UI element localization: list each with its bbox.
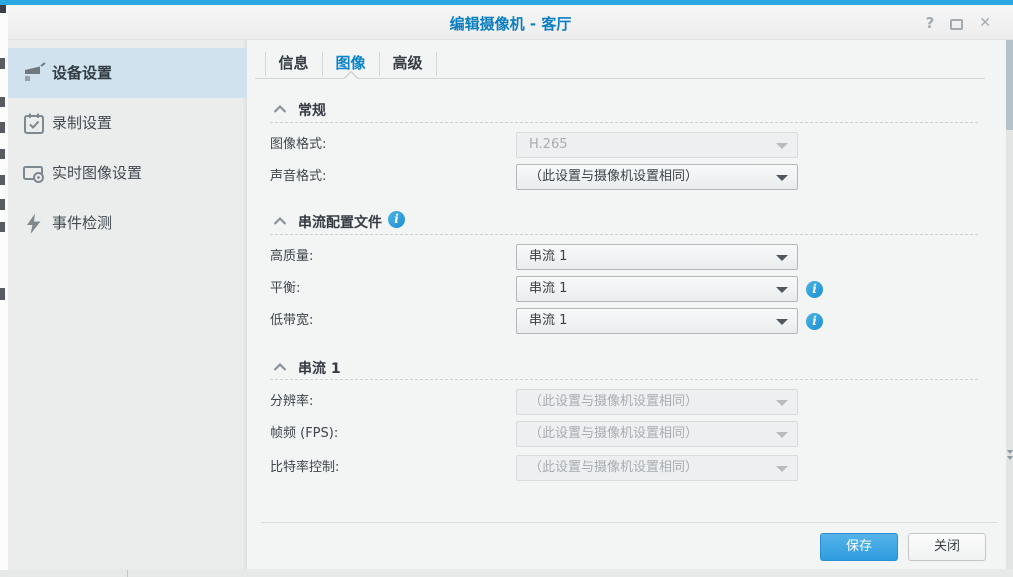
sidebar-item-live-view-settings[interactable]: 实时图像设置 bbox=[8, 148, 247, 198]
dropdown-value: H.265 bbox=[529, 137, 568, 152]
tab-info[interactable]: 信息 bbox=[265, 50, 322, 76]
close-icon[interactable]: ✕ bbox=[979, 15, 991, 31]
dropdown-value: 串流 1 bbox=[529, 249, 568, 264]
sidebar-item-recording-settings[interactable]: 录制设置 bbox=[8, 98, 247, 148]
image-format-dropdown: H.265 bbox=[516, 132, 798, 158]
collapse-chevron-icon[interactable] bbox=[273, 363, 287, 372]
chevron-down-icon bbox=[776, 400, 788, 406]
background-fragment bbox=[0, 222, 5, 232]
tab-advanced[interactable]: 高级 bbox=[379, 50, 436, 76]
balanced-info-icon[interactable]: i bbox=[806, 281, 823, 298]
dropdown-value: 串流 1 bbox=[529, 313, 568, 328]
background-fragment bbox=[1007, 456, 1013, 460]
section-divider bbox=[270, 122, 978, 123]
stream-profile-info-icon[interactable]: i bbox=[388, 211, 405, 228]
section-divider bbox=[270, 234, 978, 235]
background-fragment bbox=[0, 175, 5, 185]
dropdown-value: （此设置与摄像机设置相同） bbox=[529, 426, 699, 441]
live-view-settings-icon bbox=[23, 166, 44, 183]
section-title: 常规 bbox=[298, 103, 326, 119]
background-fragment bbox=[0, 58, 5, 69]
section-title: 串流配置文件 bbox=[298, 215, 382, 231]
section-title: 串流 1 bbox=[298, 361, 341, 377]
bitrate-control-dropdown: （此设置与摄像机设置相同） bbox=[516, 455, 798, 481]
sidebar-item-label: 事件检测 bbox=[52, 214, 113, 232]
image-settings-panel: 信息 图像 高级 常规 图像格式: H.265 声音格式: （此设置与摄像机设置… bbox=[247, 40, 1006, 569]
background-fragment bbox=[0, 288, 5, 300]
dropdown-value: （此设置与摄像机设置相同） bbox=[529, 460, 699, 475]
background-fragment bbox=[127, 570, 128, 577]
settings-sidebar: 设备设置 录制设置 实时图像设置 事件检测 bbox=[8, 40, 247, 569]
field-label-balanced: 平衡: bbox=[270, 281, 301, 296]
field-label-high-quality: 高质量: bbox=[270, 249, 314, 264]
sidebar-item-event-detection[interactable]: 事件检测 bbox=[8, 198, 247, 248]
edit-camera-dialog: 编辑摄像机 - 客厅 ? ✕ 设备设置 录制设置 实时图像设置 事件检测 信息 … bbox=[0, 0, 1013, 569]
tab-underline bbox=[255, 78, 985, 79]
dropdown-value: （此设置与摄像机设置相同） bbox=[529, 169, 699, 184]
field-label-bitrate-control: 比特率控制: bbox=[270, 460, 340, 475]
close-button[interactable]: 关闭 bbox=[908, 533, 986, 561]
field-label-image-format: 图像格式: bbox=[270, 137, 327, 152]
sidebar-item-label: 设备设置 bbox=[52, 64, 113, 82]
field-label-audio-format: 声音格式: bbox=[270, 169, 327, 184]
dropdown-value: 串流 1 bbox=[529, 281, 568, 296]
collapse-chevron-icon[interactable] bbox=[273, 105, 287, 114]
background-fragment bbox=[0, 199, 5, 210]
collapse-chevron-icon[interactable] bbox=[273, 217, 287, 226]
event-detection-icon bbox=[27, 213, 41, 234]
field-label-low-bandwidth: 低带宽: bbox=[270, 313, 314, 328]
audio-format-dropdown[interactable]: （此设置与摄像机设置相同） bbox=[516, 164, 798, 190]
field-label-resolution: 分辨率: bbox=[270, 394, 314, 409]
chevron-down-icon bbox=[776, 319, 788, 325]
maximize-icon[interactable] bbox=[950, 19, 964, 30]
section-divider bbox=[270, 379, 978, 380]
footer-divider bbox=[261, 522, 997, 523]
chevron-down-icon bbox=[776, 432, 788, 438]
low-bandwidth-info-icon[interactable]: i bbox=[806, 313, 823, 330]
low-bandwidth-dropdown[interactable]: 串流 1 bbox=[516, 308, 798, 334]
chevron-down-icon bbox=[776, 466, 788, 472]
high-quality-dropdown[interactable]: 串流 1 bbox=[516, 244, 798, 270]
chevron-down-icon bbox=[776, 255, 788, 261]
recording-settings-icon bbox=[24, 113, 44, 134]
balanced-dropdown[interactable]: 串流 1 bbox=[516, 276, 798, 302]
sidebar-item-device-settings[interactable]: 设备设置 bbox=[8, 48, 247, 98]
background-fragment bbox=[1006, 40, 1013, 130]
background-left-edge bbox=[0, 0, 8, 577]
chevron-down-icon bbox=[776, 287, 788, 293]
chevron-down-icon bbox=[776, 143, 788, 149]
sidebar-item-label: 录制设置 bbox=[52, 114, 113, 132]
background-fragment bbox=[0, 122, 5, 133]
fps-dropdown: （此设置与摄像机设置相同） bbox=[516, 421, 798, 447]
background-fragment bbox=[0, 97, 5, 107]
tab-divider bbox=[436, 52, 437, 76]
device-settings-icon bbox=[25, 62, 46, 81]
background-fragment bbox=[1007, 450, 1013, 454]
background-right-edge bbox=[1006, 40, 1013, 569]
dialog-title: 编辑摄像机 - 客厅 bbox=[449, 15, 572, 33]
chevron-down-icon bbox=[776, 175, 788, 181]
background-fragment bbox=[0, 149, 5, 159]
dialog-titlebar[interactable]: 编辑摄像机 - 客厅 ? ✕ bbox=[8, 5, 1013, 40]
sidebar-item-label: 实时图像设置 bbox=[52, 164, 143, 182]
background-bottom-edge bbox=[0, 570, 1013, 577]
help-icon[interactable]: ? bbox=[926, 14, 935, 32]
save-button[interactable]: 保存 bbox=[820, 533, 898, 561]
dropdown-value: （此设置与摄像机设置相同） bbox=[529, 394, 699, 409]
field-label-fps: 帧频 (FPS): bbox=[270, 426, 339, 441]
resolution-dropdown: （此设置与摄像机设置相同） bbox=[516, 389, 798, 415]
